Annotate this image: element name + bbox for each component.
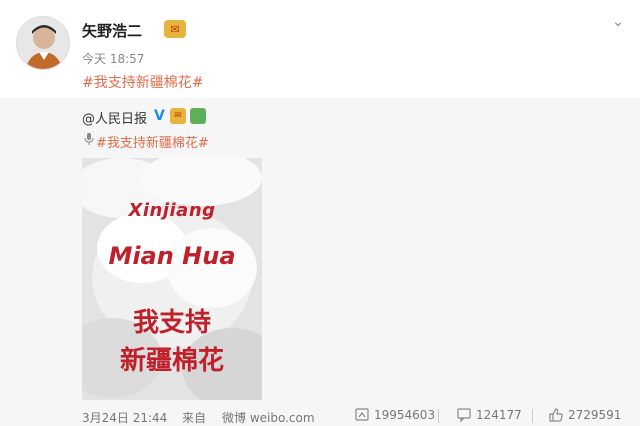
thumbs-up-icon bbox=[549, 408, 563, 422]
microphone-icon bbox=[84, 133, 94, 145]
avatar-portrait bbox=[17, 17, 69, 69]
divider bbox=[438, 409, 439, 423]
source-link[interactable]: 微博 weibo.com bbox=[222, 409, 315, 426]
poster-image[interactable]: Xinjiang Mian Hua 我支持 新疆棉花 bbox=[82, 158, 262, 400]
weibo-post: 矢野浩二 ✉ ⌄ 今天 18:57 #我支持新疆棉花# @人民日报 V ✉ #我… bbox=[0, 0, 640, 426]
member-badge-icon[interactable]: ✉ bbox=[164, 20, 186, 38]
repost-box: @人民日报 V ✉ #我支持新疆棉花# Xinjiang Mian Hua 我支… bbox=[0, 98, 640, 426]
poster-title-mianhua: Mian Hua bbox=[108, 242, 236, 270]
repost-author[interactable]: @人民日报 bbox=[82, 108, 147, 127]
post-time[interactable]: 今天 18:57 bbox=[82, 50, 144, 67]
post-text-hashtag[interactable]: #我支持新疆棉花# bbox=[82, 72, 203, 92]
verified-icon: V bbox=[154, 108, 165, 124]
repost-icon bbox=[355, 408, 369, 421]
avatar[interactable] bbox=[16, 16, 70, 70]
comment-button[interactable]: 124177 bbox=[456, 407, 522, 423]
comment-icon bbox=[457, 408, 471, 423]
repost-button[interactable]: 19954603 bbox=[354, 407, 435, 423]
comment-count: 124177 bbox=[476, 408, 522, 422]
repost-count: 19954603 bbox=[374, 408, 436, 422]
from-label: 来自 bbox=[182, 411, 207, 425]
level-badge-icon[interactable] bbox=[190, 108, 206, 124]
poster-title-xinjiang: Xinjiang bbox=[128, 200, 216, 221]
poster-line-support: 我支持 bbox=[132, 308, 211, 338]
author-name[interactable]: 矢野浩二 bbox=[82, 20, 142, 41]
repost-date[interactable]: 3月24日 21:44 bbox=[82, 409, 167, 426]
repost-text-hashtag[interactable]: #我支持新疆棉花# bbox=[96, 132, 209, 151]
poster-line-cotton: 新疆棉花 bbox=[119, 346, 224, 376]
repost-footer: 3月24日 21:44 来自 微博 weibo.com 19954603 124… bbox=[82, 407, 622, 426]
poster-main-text: 我支持 新疆棉花 bbox=[82, 304, 262, 380]
chevron-down-icon[interactable]: ⌄ bbox=[610, 14, 626, 30]
like-count: 2729591 bbox=[568, 408, 622, 422]
divider bbox=[532, 409, 533, 423]
member-badge-icon[interactable]: ✉ bbox=[170, 108, 186, 124]
like-button[interactable]: 2729591 bbox=[548, 407, 621, 423]
